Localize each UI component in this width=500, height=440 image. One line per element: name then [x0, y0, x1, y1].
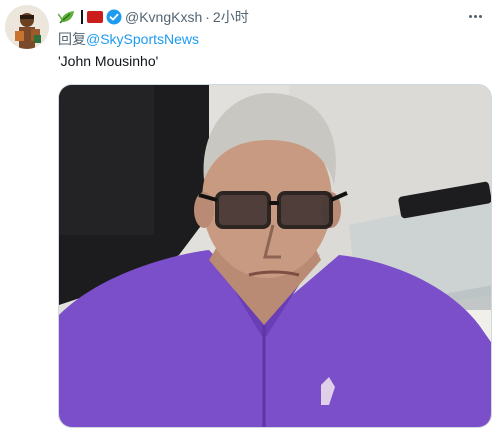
- verified-badge-icon: [106, 9, 122, 25]
- user-avatar[interactable]: [5, 5, 49, 49]
- reply-prefix: 回复: [58, 31, 86, 47]
- tweet-card[interactable]: @KvngKxsh · 2小时 回复@SkySportsNews 'John M…: [0, 0, 500, 440]
- user-handle[interactable]: @KvngKxsh: [125, 9, 202, 25]
- header-dot-separator: ·: [205, 9, 210, 25]
- red-flag-emoji-icon: [87, 11, 103, 23]
- tweet-header: @KvngKxsh · 2小时: [57, 7, 249, 27]
- reply-context: 回复@SkySportsNews: [58, 29, 199, 49]
- tweet-text: 'John Mousinho': [58, 53, 159, 69]
- tweet-timestamp[interactable]: 2小时: [213, 7, 249, 27]
- separator-bar: [81, 10, 83, 24]
- leaf-emoji-icon: [57, 9, 76, 25]
- tweet-photo[interactable]: [58, 84, 492, 428]
- reply-mention-link[interactable]: @SkySportsNews: [86, 31, 199, 47]
- more-options-icon[interactable]: [464, 6, 486, 26]
